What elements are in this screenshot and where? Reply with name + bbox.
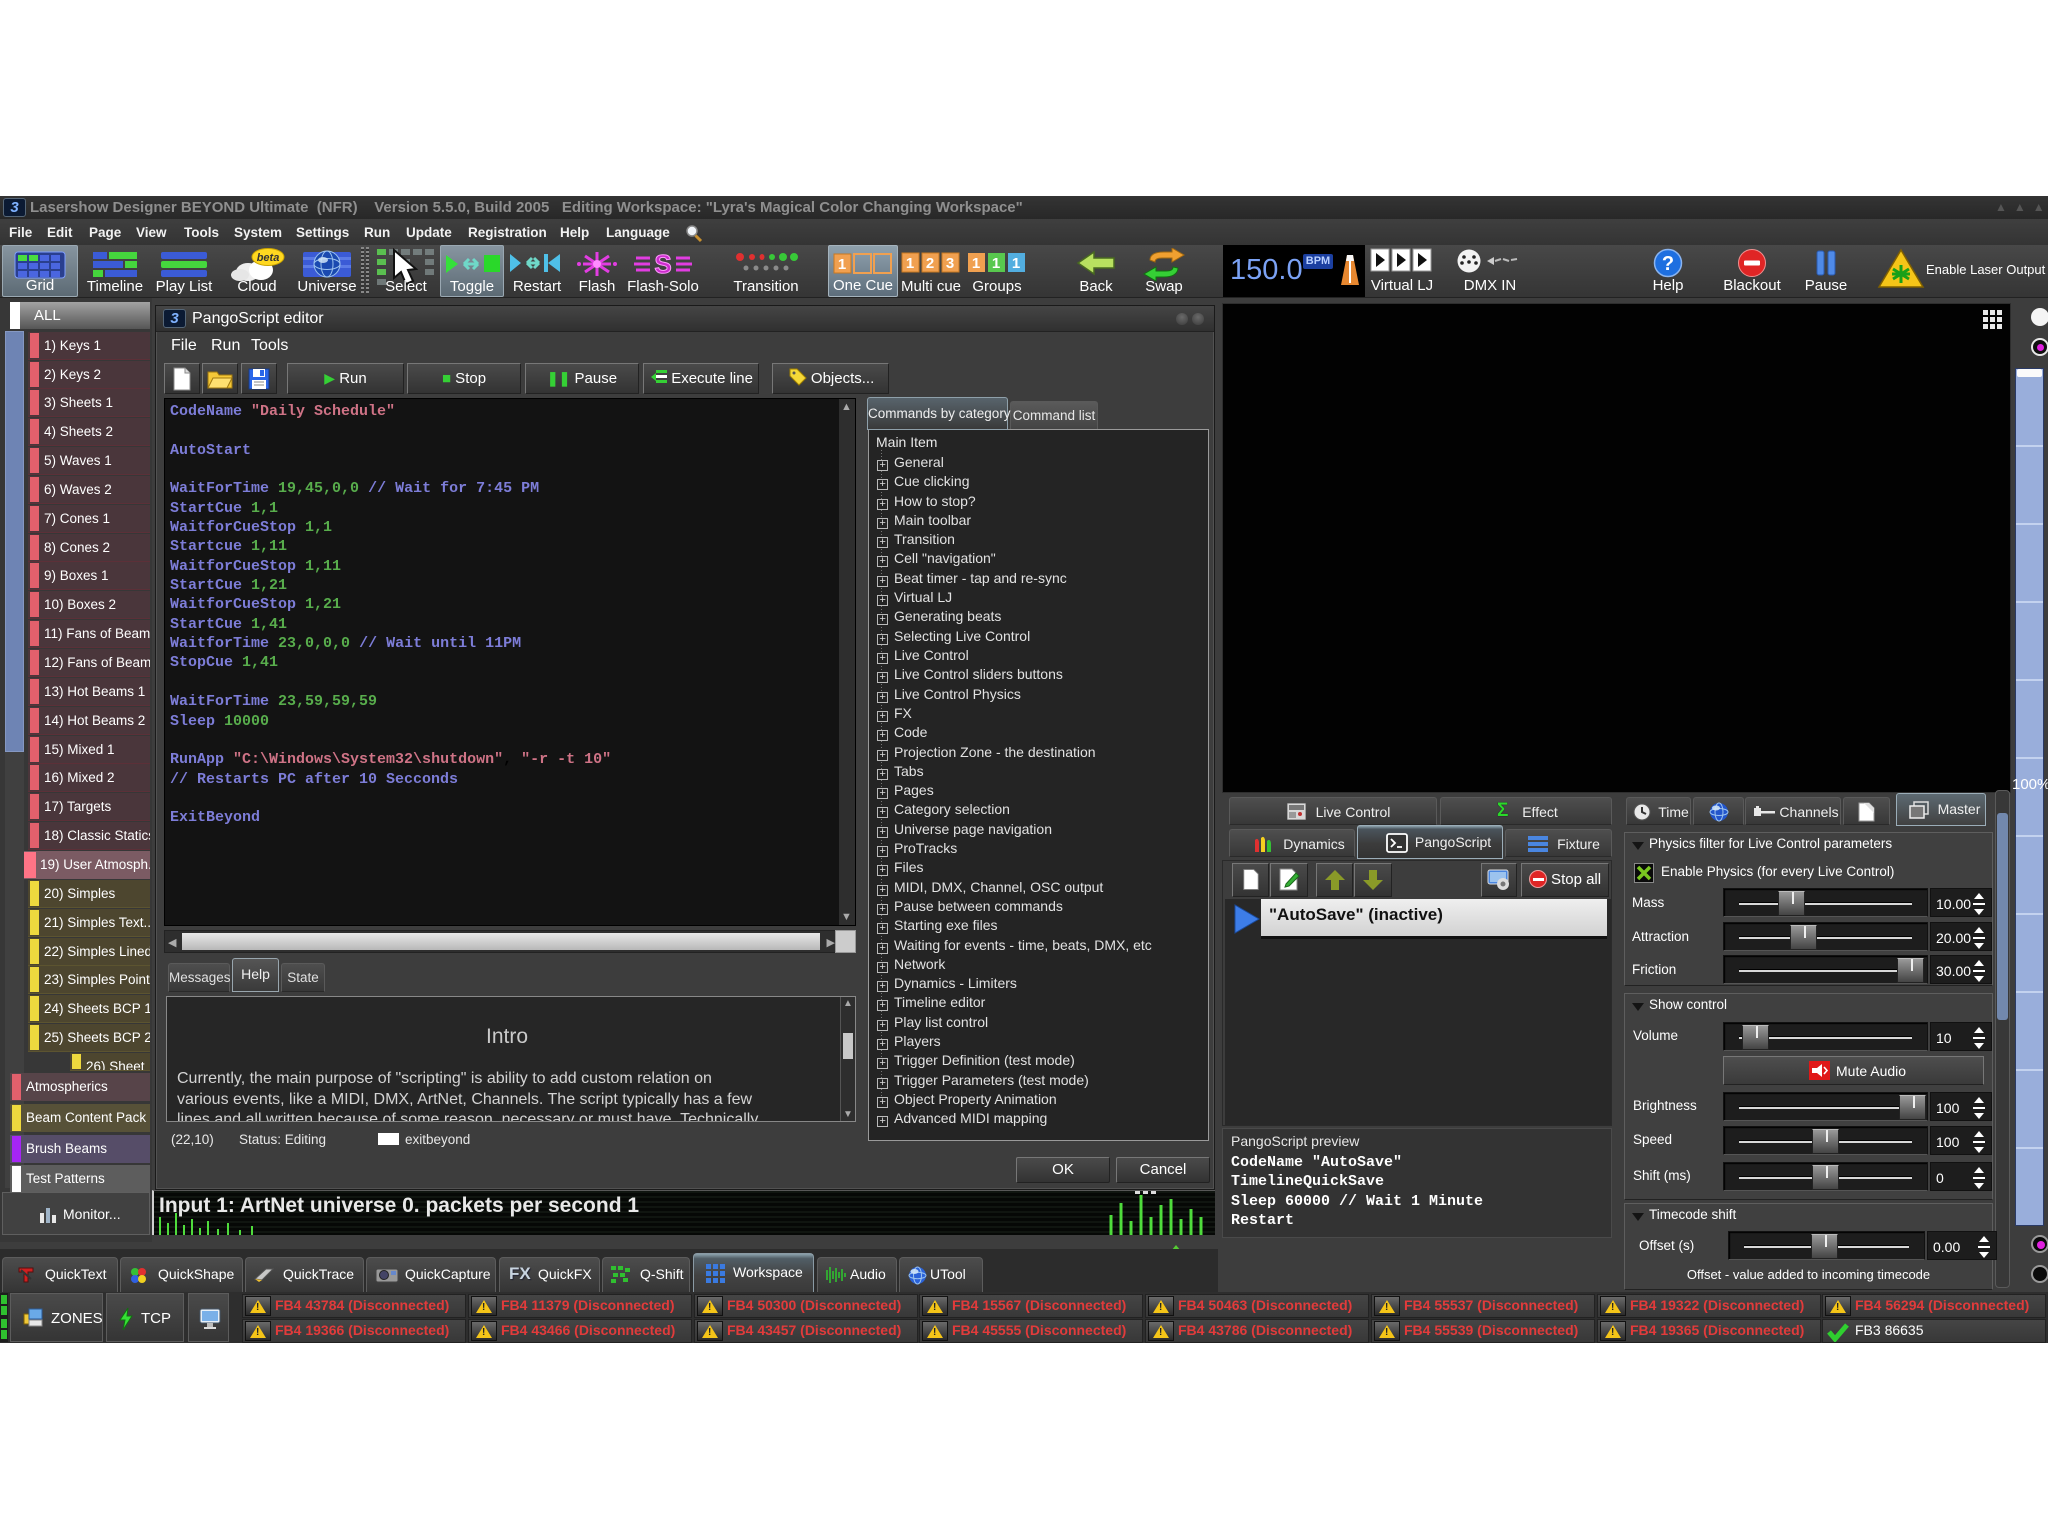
svg-text:1: 1 [906, 255, 914, 272]
svg-text:3: 3 [946, 255, 954, 272]
svg-text:S: S [654, 249, 671, 279]
svg-text:?: ? [1662, 253, 1674, 275]
svg-text:1: 1 [992, 255, 1000, 272]
svg-text:1: 1 [972, 255, 980, 272]
svg-text:1: 1 [1012, 255, 1020, 272]
svg-text:beta: beta [257, 252, 280, 264]
svg-text:2: 2 [926, 255, 934, 272]
svg-text:1: 1 [838, 256, 846, 273]
